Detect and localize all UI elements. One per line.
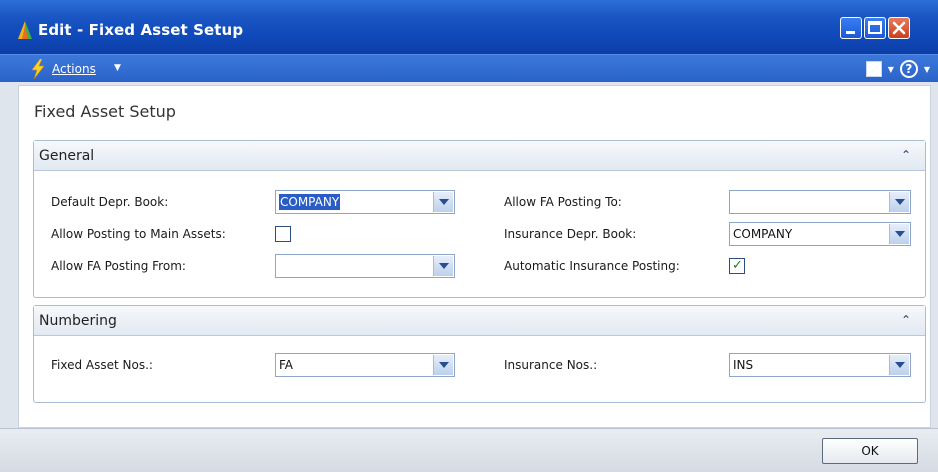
toolbar-right: ▼ ? ▼: [865, 59, 930, 79]
page-title: Fixed Asset Setup: [34, 102, 176, 121]
insurance-nos-value: INS: [733, 358, 754, 372]
collapse-icon[interactable]: ⌃: [901, 148, 911, 162]
fasttab-numbering-title: Numbering: [39, 313, 117, 329]
insurance-nos-label: Insurance Nos.:: [504, 358, 598, 372]
fixed-asset-nos-label: Fixed Asset Nos.:: [51, 358, 153, 372]
fasttab-general-header[interactable]: General ⌃: [34, 141, 925, 171]
insurance-depr-book-label: Insurance Depr. Book:: [504, 227, 637, 241]
chevron-down-icon: [894, 199, 905, 205]
allow-fa-posting-to-field[interactable]: [729, 190, 911, 214]
page-content: Fixed Asset Setup General ⌃ Default Depr…: [18, 85, 931, 428]
allow-fa-posting-from-dropdown[interactable]: [433, 256, 453, 276]
window-title: Edit - Fixed Asset Setup: [38, 21, 244, 39]
ok-button[interactable]: OK: [822, 438, 918, 464]
chevron-down-icon: [438, 263, 449, 269]
insurance-depr-book-field[interactable]: COMPANY: [729, 222, 911, 246]
automatic-insurance-posting-checkbox[interactable]: ✓: [729, 258, 745, 274]
fixed-asset-nos-value: FA: [279, 358, 294, 372]
chevron-down-icon: [438, 199, 449, 205]
allow-posting-main-assets-label: Allow Posting to Main Assets:: [51, 227, 226, 241]
fact-box-panel-icon[interactable]: [865, 61, 882, 77]
minimize-button[interactable]: [840, 17, 862, 39]
allow-fa-posting-to-dropdown[interactable]: [889, 192, 909, 212]
action-bar: Actions ▼ ▼ ? ▼: [0, 54, 938, 82]
fasttab-numbering-header[interactable]: Numbering ⌃: [34, 306, 925, 336]
checkmark-icon: ✓: [732, 258, 743, 273]
chevron-down-icon[interactable]: ▼: [924, 65, 930, 74]
fixed-asset-nos-dropdown[interactable]: [433, 355, 453, 375]
chevron-down-icon: [894, 231, 905, 237]
maximize-button[interactable]: [864, 17, 886, 39]
fasttab-general-title: General: [39, 148, 95, 164]
fixed-asset-nos-field[interactable]: FA: [275, 353, 455, 377]
chevron-down-icon: [438, 362, 449, 368]
close-button[interactable]: [888, 17, 910, 39]
lightning-bolt-icon: [31, 59, 45, 79]
nav-app-icon: [18, 21, 32, 39]
default-depr-book-value: COMPANY: [279, 194, 341, 210]
allow-fa-posting-from-field[interactable]: [275, 254, 455, 278]
insurance-nos-dropdown[interactable]: [889, 355, 909, 375]
allow-fa-posting-to-label: Allow FA Posting To:: [504, 195, 622, 209]
chevron-down-icon: [894, 362, 905, 368]
minimize-icon: [846, 31, 855, 34]
collapse-icon[interactable]: ⌃: [901, 313, 911, 327]
help-icon[interactable]: ?: [899, 60, 918, 78]
dialog-footer: OK: [0, 428, 938, 472]
title-bar[interactable]: Edit - Fixed Asset Setup: [0, 0, 938, 54]
chevron-down-icon[interactable]: ▼: [888, 65, 894, 74]
insurance-depr-book-value: COMPANY: [733, 227, 793, 241]
allow-posting-main-assets-checkbox[interactable]: [275, 226, 291, 242]
automatic-insurance-posting-label: Automatic Insurance Posting:: [504, 259, 680, 273]
dialog-window: Edit - Fixed Asset Setup Actions ▼ ▼ ? ▼…: [0, 0, 938, 472]
fasttab-numbering: Numbering ⌃ Fixed Asset Nos.: FA Insuran…: [33, 305, 926, 403]
close-icon: [892, 21, 906, 35]
allow-fa-posting-from-label: Allow FA Posting From:: [51, 259, 186, 273]
default-depr-book-field[interactable]: COMPANY: [275, 190, 455, 214]
fasttab-general: General ⌃ Default Depr. Book: COMPANY Al…: [33, 140, 926, 298]
insurance-nos-field[interactable]: INS: [729, 353, 911, 377]
default-depr-book-label: Default Depr. Book:: [51, 195, 169, 209]
maximize-icon: [868, 21, 882, 34]
default-depr-book-dropdown[interactable]: [433, 192, 453, 212]
chevron-down-icon[interactable]: ▼: [114, 63, 121, 73]
insurance-depr-book-dropdown[interactable]: [889, 224, 909, 244]
actions-menu[interactable]: Actions: [52, 62, 96, 76]
